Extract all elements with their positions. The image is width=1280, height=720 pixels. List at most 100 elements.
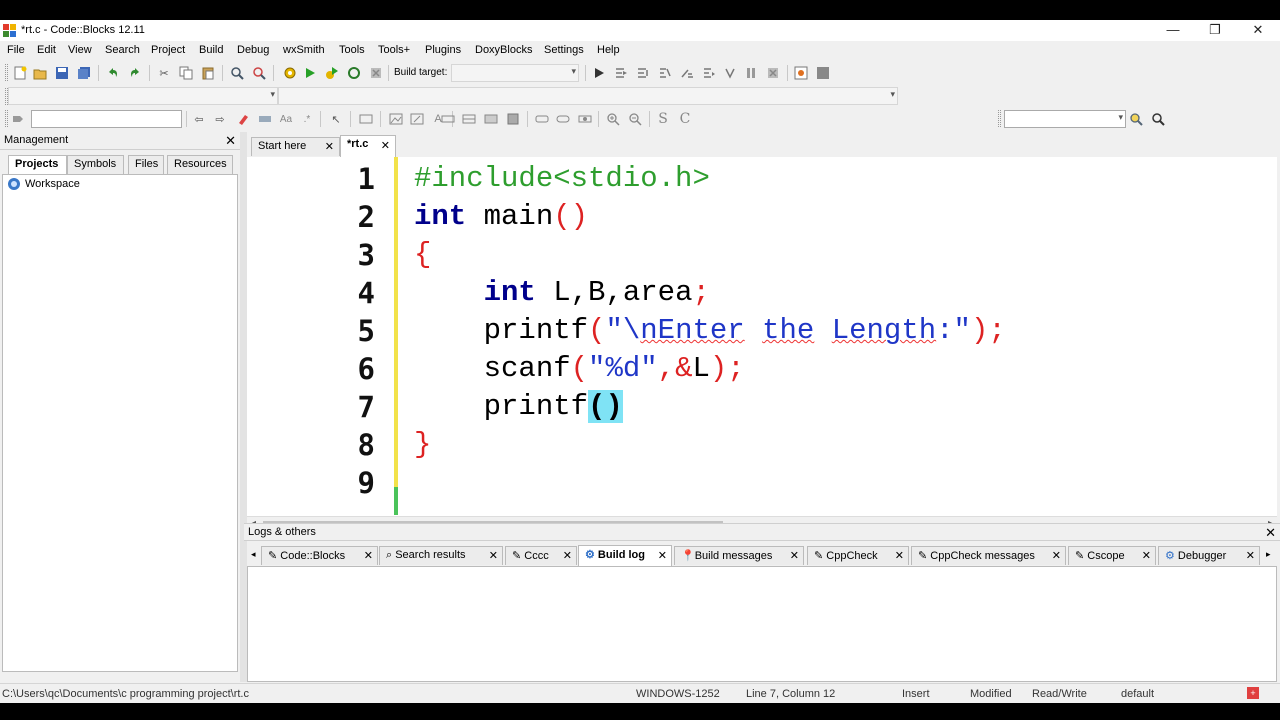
edit-image-icon[interactable]	[409, 111, 425, 127]
close-window-button[interactable]: ✕	[1236, 20, 1280, 41]
menu-search[interactable]: Search	[105, 44, 140, 56]
tab-files[interactable]: Files	[128, 155, 164, 174]
tab-cscope[interactable]: ✎ Cscope ✕	[1068, 546, 1156, 565]
debug-start-icon[interactable]	[591, 65, 607, 81]
panel-splitter[interactable]	[240, 132, 247, 682]
match-case-icon[interactable]: Aa	[278, 111, 294, 127]
tab-codeblocks-log[interactable]: ✎ Code::Blocks ✕	[261, 546, 378, 565]
tab-build-messages[interactable]: 📍Build messages ✕	[674, 546, 804, 565]
forward-arrow-icon[interactable]: ⇨	[212, 111, 228, 127]
menu-edit[interactable]: Edit	[37, 44, 56, 56]
tab-start-here[interactable]: Start here ✕	[251, 137, 340, 156]
abort-icon[interactable]	[368, 65, 384, 81]
tab-cccc[interactable]: ✎ Cccc ✕	[505, 546, 577, 565]
tab-resources[interactable]: Resources	[167, 155, 233, 174]
close-tab-icon[interactable]: ✕	[790, 549, 799, 562]
code-editor[interactable]: 1 2 3 4 5 6 7 8 9 #include<stdio.h> int …	[247, 157, 1277, 516]
frame-icon[interactable]	[358, 111, 374, 127]
tab-build-log[interactable]: ⚙ Build log ✕	[578, 545, 672, 566]
zoom-in-icon[interactable]	[605, 111, 621, 127]
menu-doxyblocks[interactable]: DoxyBlocks	[475, 44, 532, 56]
next-line-icon[interactable]	[635, 65, 651, 81]
tabs-scroll-left-icon[interactable]: ◂	[251, 549, 256, 560]
shape-3-icon[interactable]	[577, 111, 593, 127]
menu-view[interactable]: View	[68, 44, 92, 56]
s-letter-icon[interactable]: S	[655, 111, 671, 127]
block-1-icon[interactable]	[440, 111, 456, 127]
save-all-icon[interactable]	[76, 65, 92, 81]
close-tab-icon[interactable]: ✕	[381, 139, 390, 152]
tab-cppcheck-messages[interactable]: ✎ CppCheck messages ✕	[911, 546, 1066, 565]
tab-debugger[interactable]: ⚙ Debugger ✕	[1158, 546, 1260, 565]
pause-icon[interactable]	[743, 65, 759, 81]
find-icon[interactable]	[229, 65, 245, 81]
menu-plugins[interactable]: Plugins	[425, 44, 461, 56]
menu-file[interactable]: File	[7, 44, 25, 56]
close-tab-icon[interactable]: ✕	[489, 549, 498, 562]
close-panel-icon[interactable]: ✕	[225, 133, 236, 149]
search-select[interactable]: ▾	[1004, 110, 1126, 128]
undo-icon[interactable]	[105, 65, 121, 81]
step-out-icon[interactable]	[679, 65, 695, 81]
tab-projects[interactable]: Projects	[8, 155, 67, 174]
tabs-scroll-right-icon[interactable]: ▸	[1266, 549, 1271, 560]
redo-icon[interactable]	[127, 65, 143, 81]
menu-project[interactable]: Project	[151, 44, 185, 56]
build-icon[interactable]	[282, 65, 298, 81]
tab-search-results[interactable]: ⌕ Search results ✕	[379, 546, 503, 565]
build-target-select[interactable]: ▾	[451, 64, 579, 82]
shape-2-icon[interactable]	[555, 111, 571, 127]
menu-help[interactable]: Help	[597, 44, 620, 56]
menu-settings[interactable]: Settings	[544, 44, 584, 56]
close-tab-icon[interactable]: ✕	[364, 549, 373, 562]
cut-icon[interactable]: ✂	[156, 65, 172, 81]
close-tab-icon[interactable]: ✕	[1246, 549, 1255, 562]
new-file-icon[interactable]	[12, 65, 28, 81]
toolbar-grip[interactable]	[998, 110, 1001, 127]
build-log-output[interactable]	[247, 566, 1277, 682]
close-panel-icon[interactable]: ✕	[1265, 525, 1276, 541]
c-letter-icon[interactable]: C	[677, 111, 693, 127]
tab-symbols[interactable]: Symbols	[67, 155, 124, 174]
replace-icon[interactable]	[251, 65, 267, 81]
menu-debug[interactable]: Debug	[237, 44, 269, 56]
back-arrow-icon[interactable]: ⇦	[191, 111, 207, 127]
block-4-icon[interactable]	[505, 111, 521, 127]
step-instruction-icon[interactable]	[722, 65, 738, 81]
toolbar-grip[interactable]	[5, 64, 8, 81]
jump-icon[interactable]	[10, 111, 26, 127]
toolbar-grip[interactable]	[5, 110, 8, 127]
menu-tools-plus[interactable]: Tools+	[378, 44, 410, 56]
zoom-out-icon[interactable]	[627, 111, 643, 127]
block-2-icon[interactable]	[461, 111, 477, 127]
close-tab-icon[interactable]: ✕	[658, 549, 667, 562]
debug-windows-icon[interactable]	[793, 65, 809, 81]
run-icon[interactable]	[302, 65, 318, 81]
rebuild-icon[interactable]	[346, 65, 362, 81]
menu-wxsmith[interactable]: wxSmith	[283, 44, 325, 56]
close-tab-icon[interactable]: ✕	[1052, 549, 1061, 562]
search-icon[interactable]	[1150, 111, 1166, 127]
regex-icon[interactable]: .*	[299, 111, 315, 127]
run-to-cursor-icon[interactable]	[613, 65, 629, 81]
tab-cppcheck[interactable]: ✎ CppCheck ✕	[807, 546, 909, 565]
image-icon[interactable]	[388, 111, 404, 127]
block-3-icon[interactable]	[483, 111, 499, 127]
selected-text-icon[interactable]	[257, 111, 273, 127]
pointer-icon[interactable]: ↖	[328, 111, 344, 127]
search-options-icon[interactable]	[1128, 111, 1144, 127]
next-instruction-icon[interactable]	[701, 65, 717, 81]
menu-tools[interactable]: Tools	[339, 44, 365, 56]
shape-1-icon[interactable]	[534, 111, 550, 127]
close-tab-icon[interactable]: ✕	[1142, 549, 1151, 562]
close-tab-icon[interactable]: ✕	[895, 549, 904, 562]
scope-select[interactable]: ▾	[8, 87, 278, 105]
close-tab-icon[interactable]: ✕	[563, 549, 572, 562]
minimize-button[interactable]: —	[1151, 20, 1195, 41]
menu-build[interactable]: Build	[199, 44, 223, 56]
tree-item-workspace[interactable]: Workspace	[7, 177, 80, 191]
build-and-run-icon[interactable]	[324, 65, 340, 81]
stop-debugger-icon[interactable]	[765, 65, 781, 81]
notification-icon[interactable]: +	[1247, 687, 1259, 699]
copy-icon[interactable]	[178, 65, 194, 81]
